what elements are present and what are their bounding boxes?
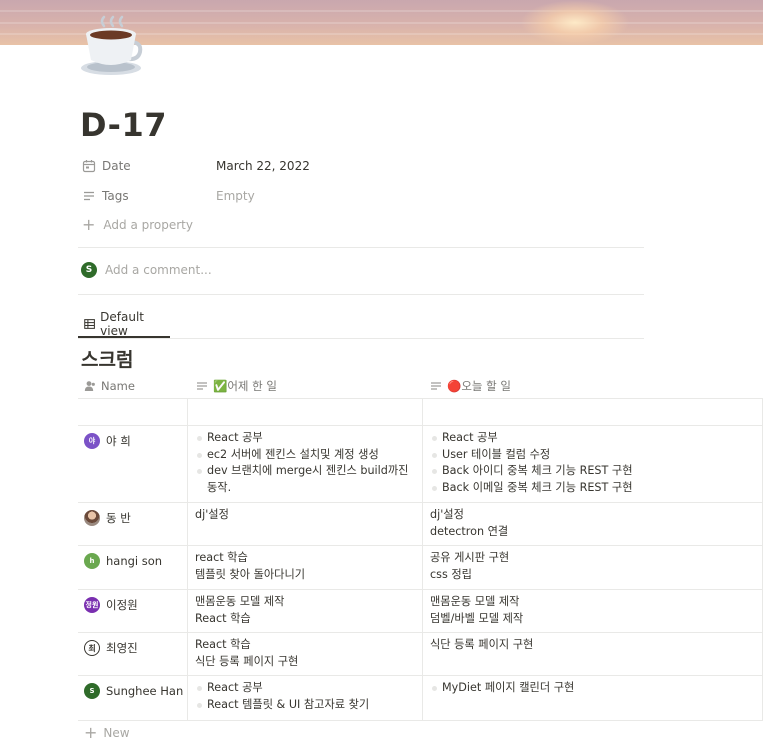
person-name: Sunghee Han [106, 684, 184, 698]
column-header-name-label: Name [101, 379, 135, 393]
comment-input[interactable]: S Add a comment... [81, 262, 212, 278]
plus-icon: + [82, 215, 96, 234]
text-line: 맨몸운동 모델 제작 [195, 595, 285, 608]
calendar-icon [82, 160, 96, 173]
property-tags-value[interactable]: Empty [216, 189, 255, 203]
today-cell[interactable]: 식단 등록 페이지 구현 [430, 637, 760, 654]
text-line: React 학습 [195, 638, 251, 651]
bullet-item: ec2 서버에 젠킨스 설치및 계정 생성 [195, 447, 415, 464]
name-cell[interactable]: 정원 이정원 [84, 597, 138, 613]
tab-default-view-label: Default view [100, 310, 144, 338]
text-line: 맨몸운동 모델 제작 [430, 595, 520, 608]
person-name: 동 반 [106, 511, 131, 525]
text-line: 식단 등록 페이지 구현 [195, 654, 299, 668]
text-line: 템플릿 찾아 돌아다니기 [195, 567, 306, 581]
check-emoji-icon: ✅ [213, 379, 228, 393]
name-cell[interactable]: 최 최영진 [84, 640, 138, 656]
add-property-label: Add a property [103, 218, 193, 232]
column-header-yesterday-label: 어제 한 일 [227, 379, 277, 393]
column-header-today[interactable]: 🔴 오늘 할 일 [430, 374, 511, 398]
bullet-item: MyDiet 페이지 캘린더 구현 [430, 680, 760, 697]
text-line: dj'설정 [430, 508, 464, 521]
column-header-yesterday[interactable]: ✅ 어제 한 일 [196, 374, 277, 398]
column-header-name[interactable]: Name [84, 374, 135, 398]
table-row[interactable]: 야야 희 React 공부 ec2 서버에 젠킨스 설치및 계정 생성 dev 브랜치… [78, 425, 763, 502]
person-name: 최영진 [106, 641, 138, 655]
text-line: React 학습 [195, 611, 251, 625]
name-cell[interactable]: 동 반 [84, 510, 131, 526]
text-lines-icon [431, 382, 441, 390]
plus-icon: + [84, 723, 98, 742]
text-line: 식단 등록 페이지 구현 [430, 638, 534, 651]
text-line: 덤벨/바벨 모델 제작 [430, 611, 524, 625]
column-header-today-label: 오늘 할 일 [461, 379, 511, 393]
person-name: hangi son [106, 554, 163, 568]
text-line: 공유 게시판 구현 [430, 551, 510, 564]
bullet-item: React 공부 [430, 430, 760, 447]
comment-placeholder: Add a comment... [105, 263, 212, 277]
table-row[interactable]: S Sunghee Han React 공부 React 템플릿 & UI 참고자료 … [78, 675, 763, 720]
red-circle-emoji-icon: 🔴 [447, 379, 462, 393]
table-row-divider [78, 720, 763, 721]
yesterday-cell[interactable]: React 공부 ec2 서버에 젠킨스 설치및 계정 생성 dev 브랜치에 me… [195, 430, 415, 496]
person-icon [84, 381, 95, 391]
coffee-cup-icon[interactable] [76, 12, 146, 76]
property-tags[interactable]: Tags Empty [82, 185, 255, 207]
yesterday-cell[interactable]: React 공부 React 템플릿 & UI 참고자료 찾기 [195, 680, 415, 713]
today-cell[interactable]: React 공부 User 테이블 컬럼 수정 Back 아이디 중복 체크 기능 … [430, 430, 760, 496]
yesterday-cell[interactable]: react 학습템플릿 찾아 돌아다니기 [195, 550, 415, 583]
text-lines-icon [84, 191, 94, 201]
table-row[interactable]: 최 최영진 React 학습 식단 등록 페이지 구현 식단 등록 페이지 구현 [78, 632, 763, 675]
bullet-item: dev 브랜치에 merge시 젠킨스 build까진 동작. [195, 463, 415, 496]
yesterday-cell[interactable]: dj'설정 [195, 507, 415, 524]
tab-default-view[interactable]: Default view [78, 310, 170, 338]
add-new-row-button[interactable]: + New [84, 725, 130, 741]
yesterday-cell[interactable]: 맨몸운동 모델 제작 React 학습 [195, 594, 415, 627]
table-row[interactable] [78, 398, 763, 425]
text-line: detectron 연결 [430, 524, 509, 538]
text-lines-icon [197, 382, 207, 390]
bullet-item: User 테이블 컬럼 수정 [430, 447, 760, 464]
table-icon [84, 319, 95, 329]
avatar: S [81, 262, 97, 278]
divider [78, 294, 644, 295]
text-line: dj'설정 [195, 508, 229, 521]
property-date[interactable]: Date March 22, 2022 [82, 155, 310, 177]
add-property-button[interactable]: + Add a property [82, 217, 193, 233]
bullet-item: React 공부 [195, 680, 415, 697]
today-cell[interactable]: 공유 게시판 구현 css 정립 [430, 550, 760, 583]
new-row-label: New [103, 726, 130, 740]
avatar: h [84, 553, 100, 569]
page-title[interactable]: D-17 [80, 106, 167, 144]
today-cell[interactable]: 맨몸운동 모델 제작덤벨/바벨 모델 제작 [430, 594, 760, 627]
bullet-item: React 공부 [195, 430, 415, 447]
avatar: 야 [84, 433, 100, 449]
property-date-value[interactable]: March 22, 2022 [216, 159, 310, 173]
yesterday-cell[interactable]: React 학습식단 등록 페이지 구현 [195, 637, 415, 670]
property-date-label: Date [102, 159, 131, 173]
database-title[interactable]: 스크럼 [81, 345, 133, 372]
bullet-item: Back 아이디 중복 체크 기능 REST 구현 [430, 463, 760, 480]
avatar [84, 510, 100, 526]
person-name: 야 희 [106, 434, 131, 448]
name-cell[interactable]: 야야 희 [84, 433, 131, 449]
bullet-item: Back 이메일 중복 체크 기능 REST 구현 [430, 480, 760, 497]
avatar: 최 [84, 640, 100, 656]
avatar: S [84, 683, 100, 699]
today-cell[interactable]: dj'설정 detectron 연결 [430, 507, 760, 540]
table-row[interactable]: 정원 이정원 맨몸운동 모델 제작 React 학습 맨몸운동 모델 제작덤벨/바벨 모… [78, 589, 763, 632]
table-row[interactable]: h hangi son react 학습템플릿 찾아 돌아다니기 공유 게시판 구현 c… [78, 545, 763, 589]
text-line: react 학습 [195, 551, 248, 564]
person-name: 이정원 [106, 598, 138, 612]
property-tags-label: Tags [102, 189, 129, 203]
name-cell[interactable]: h hangi son [84, 553, 162, 569]
text-line: css 정립 [430, 567, 472, 581]
divider [78, 247, 644, 248]
name-cell[interactable]: S Sunghee Han [84, 683, 183, 699]
table-row[interactable]: 동 반 dj'설정 dj'설정 detectron 연결 [78, 502, 763, 545]
divider [78, 338, 644, 339]
avatar: 정원 [84, 597, 100, 613]
bullet-item: React 템플릿 & UI 참고자료 찾기 [195, 697, 415, 714]
today-cell[interactable]: MyDiet 페이지 캘린더 구현 [430, 680, 760, 697]
